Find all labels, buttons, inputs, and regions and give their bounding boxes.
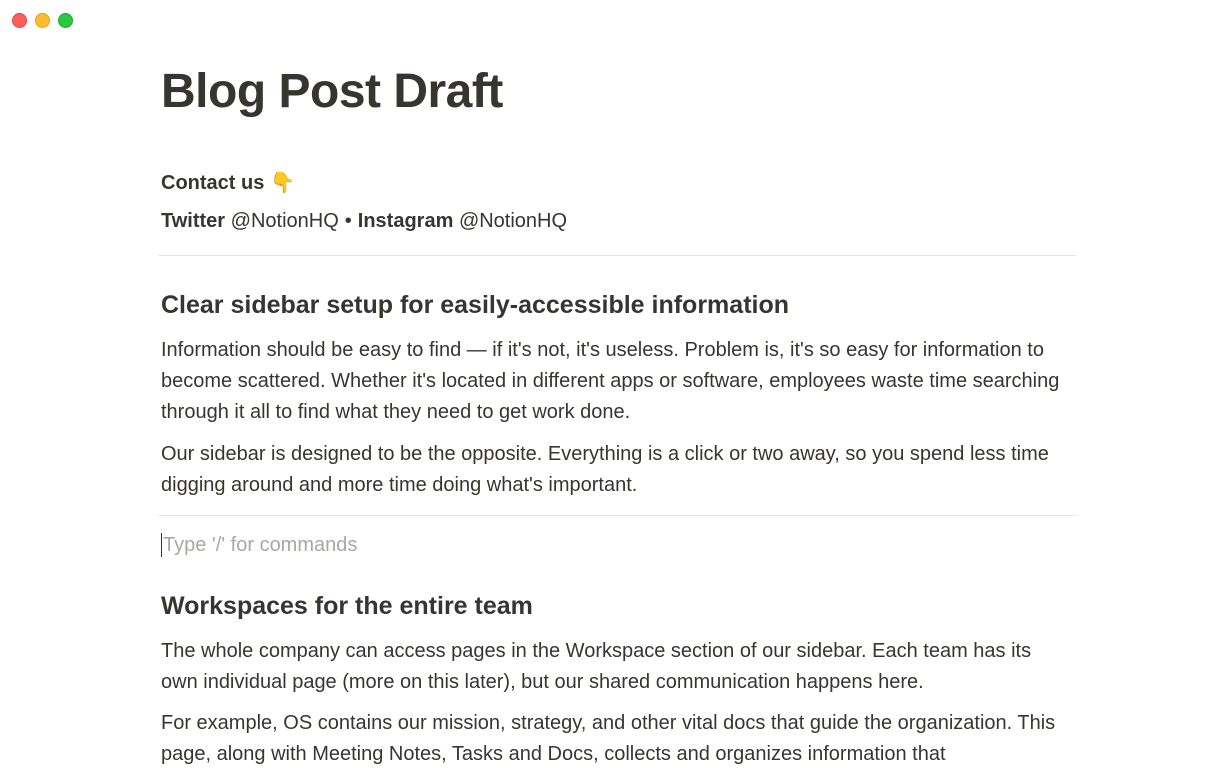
section-heading-workspaces[interactable]: Workspaces for the entire team xyxy=(161,592,533,621)
minimize-window-button[interactable] xyxy=(35,13,50,28)
editor-placeholder: Type '/' for commands xyxy=(163,533,358,556)
contact-line[interactable]: Contact us 👇 xyxy=(161,170,295,195)
social-line[interactable]: Twitter @NotionHQ • Instagram @NotionHQ xyxy=(161,210,567,233)
twitter-handle: @NotionHQ xyxy=(230,210,339,232)
window-controls xyxy=(12,13,73,28)
instagram-handle: @NotionHQ xyxy=(458,210,568,232)
close-window-button[interactable] xyxy=(12,13,27,28)
social-separator: • xyxy=(344,210,352,232)
contact-label: Contact us xyxy=(161,172,265,194)
twitter-label: Twitter xyxy=(161,210,226,232)
paragraph[interactable]: Information should be easy to find — if … xyxy=(161,335,1066,428)
maximize-window-button[interactable] xyxy=(58,13,73,28)
paragraph[interactable]: The whole company can access pages in th… xyxy=(161,636,1066,698)
divider xyxy=(158,515,1076,516)
page-title[interactable]: Blog Post Draft xyxy=(161,64,503,119)
divider xyxy=(158,255,1076,256)
editor-input[interactable]: Type '/' for commands xyxy=(161,533,357,557)
section-heading-sidebar[interactable]: Clear sidebar setup for easily-accessibl… xyxy=(161,291,789,320)
text-caret xyxy=(161,533,162,557)
paragraph[interactable]: For example, OS contains our mission, st… xyxy=(161,708,1066,768)
instagram-label: Instagram xyxy=(357,210,454,232)
pointing-down-hand-icon: 👇 xyxy=(270,172,296,194)
paragraph[interactable]: Our sidebar is designed to be the opposi… xyxy=(161,439,1066,501)
